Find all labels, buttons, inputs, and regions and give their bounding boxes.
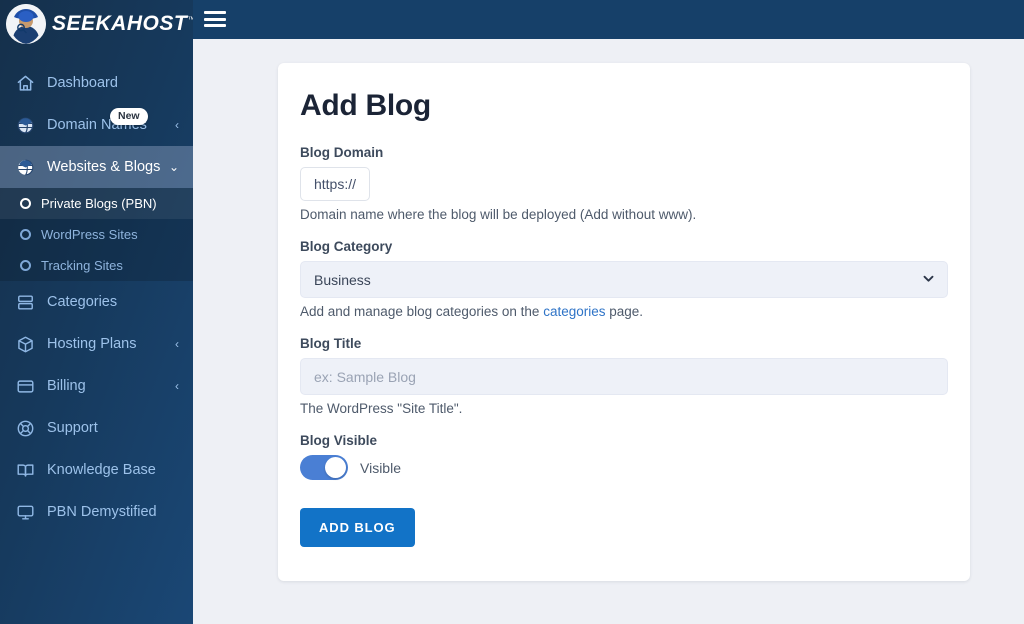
detective-avatar-icon (6, 4, 46, 44)
sidebar-item-tracking-sites[interactable]: Tracking Sites (0, 250, 193, 281)
new-badge: New (110, 108, 148, 126)
chevron-left-icon: ‹ (175, 118, 179, 132)
home-icon (16, 74, 35, 93)
sidebar-nav: Dashboard Domain Names New ‹ Websites & … (0, 48, 193, 533)
circle-icon (20, 260, 31, 271)
sidebar-item-label: PBN Demystified (47, 504, 157, 520)
blog-category-label: Blog Category (300, 239, 393, 254)
blog-title-input[interactable] (300, 358, 948, 395)
add-blog-button[interactable]: ADD BLOG (300, 508, 415, 547)
chevron-left-icon: ‹ (175, 379, 179, 393)
book-icon (16, 461, 35, 480)
sidebar-item-label: Support (47, 420, 98, 436)
sidebar-item-label: Websites & Blogs (47, 159, 161, 175)
globe-icon (16, 158, 35, 177)
circle-icon (20, 198, 31, 209)
hamburger-menu-icon[interactable] (204, 9, 226, 29)
chevron-left-icon: ‹ (175, 337, 179, 351)
sidebar-item-private-blogs-pbn[interactable]: Private Blogs (PBN) (0, 188, 193, 219)
sidebar-item-label: Hosting Plans (47, 336, 137, 352)
blog-visible-toggle[interactable] (300, 455, 348, 480)
lifebuoy-icon (16, 419, 35, 438)
sidebar-item-billing[interactable]: Billing ‹ (0, 365, 193, 407)
server-icon (16, 293, 35, 312)
sidebar-subitem-label: WordPress Sites (41, 227, 138, 242)
blog-category-help-before: Add and manage blog categories on the (300, 304, 544, 319)
credit-card-icon (16, 377, 35, 396)
blog-visible-row: Visible (300, 455, 948, 480)
blog-category-help-after: page. (605, 304, 644, 319)
sidebar: SEEKAHOST™ Dashboard Domain Names New ‹ (0, 0, 193, 624)
brand-logo[interactable]: SEEKAHOST™ (0, 0, 193, 48)
sidebar-subnav-websites-blogs: Private Blogs (PBN) WordPress Sites Trac… (0, 188, 193, 281)
sidebar-item-label: Dashboard (47, 75, 118, 91)
blog-visible-state-text: Visible (360, 459, 401, 476)
blog-category-help: Add and manage blog categories on the ca… (300, 304, 948, 319)
brand-wordmark: SEEKAHOST™ (52, 12, 193, 36)
sidebar-item-hosting-plans[interactable]: Hosting Plans ‹ (0, 323, 193, 365)
topbar (193, 0, 1024, 39)
brand-name: SEEKAHOST (52, 12, 188, 35)
sidebar-item-label: Categories (47, 294, 118, 310)
sidebar-item-knowledge-base[interactable]: Knowledge Base (0, 449, 193, 491)
blog-title-help: The WordPress "Site Title". (300, 401, 463, 416)
monitor-icon (16, 503, 35, 522)
blog-domain-label: Blog Domain (300, 145, 384, 160)
page-title: Add Blog (300, 89, 431, 122)
sidebar-item-label: Billing (47, 378, 86, 394)
main-content: Add Blog Blog Domain https:// Domain nam… (193, 39, 1024, 624)
blog-category-select[interactable]: Business (300, 261, 948, 298)
sidebar-item-websites-blogs[interactable]: Websites & Blogs ⌄ (0, 146, 193, 188)
sidebar-item-dashboard[interactable]: Dashboard (0, 62, 193, 104)
sidebar-item-wordpress-sites[interactable]: WordPress Sites (0, 219, 193, 250)
blog-category-value: Business (314, 271, 371, 288)
sidebar-subitem-label: Private Blogs (PBN) (41, 196, 157, 211)
sidebar-subitem-label: Tracking Sites (41, 258, 123, 273)
blog-domain-prefix: https:// (313, 176, 357, 192)
blog-domain-help: Domain name where the blog will be deplo… (300, 207, 697, 222)
chevron-down-icon: ⌄ (168, 160, 179, 174)
blog-title-label: Blog Title (300, 336, 362, 351)
add-blog-card: Add Blog Blog Domain https:// Domain nam… (278, 63, 970, 581)
globe-icon (16, 116, 35, 135)
blog-domain-input[interactable]: https:// (300, 167, 370, 201)
box-icon (16, 335, 35, 354)
blog-visible-label: Blog Visible (300, 433, 378, 448)
chevron-down-icon (923, 273, 934, 287)
toggle-knob (325, 457, 346, 478)
sidebar-item-label: Knowledge Base (47, 462, 156, 478)
sidebar-item-categories[interactable]: Categories (0, 281, 193, 323)
sidebar-item-pbn-demystified[interactable]: PBN Demystified (0, 491, 193, 533)
sidebar-item-domain-names[interactable]: Domain Names New ‹ (0, 104, 193, 146)
circle-icon (20, 229, 31, 240)
app-root: SEEKAHOST™ Dashboard Domain Names New ‹ (0, 0, 1024, 624)
categories-link[interactable]: categories (543, 304, 605, 319)
sidebar-item-support[interactable]: Support (0, 407, 193, 449)
